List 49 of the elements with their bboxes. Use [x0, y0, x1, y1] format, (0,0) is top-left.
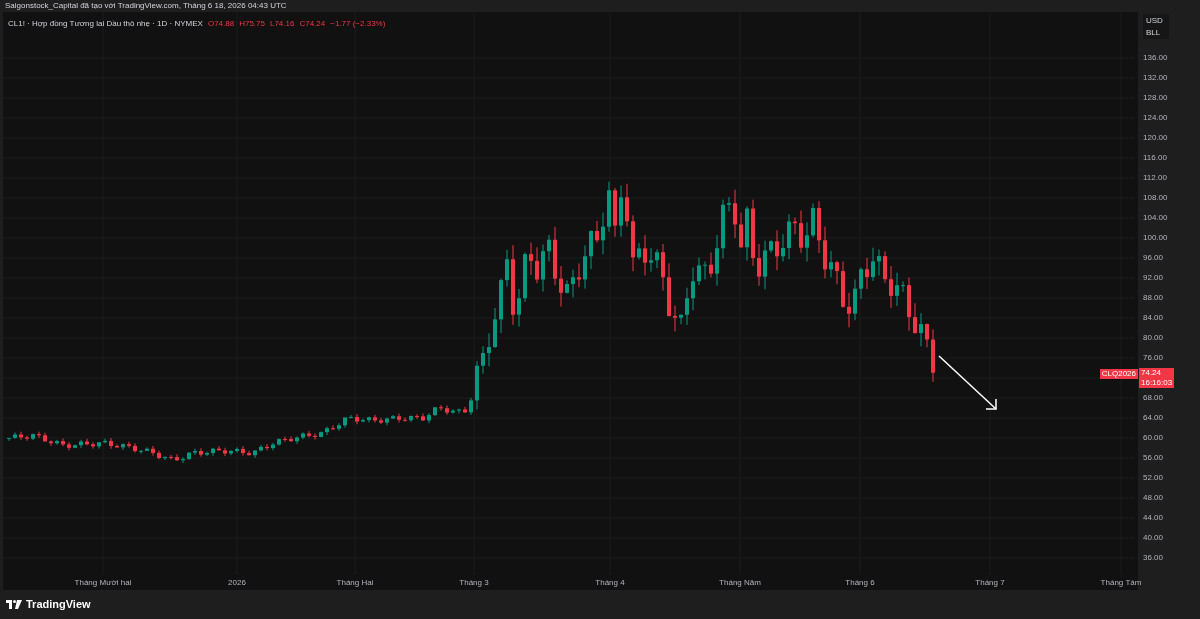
unit-label: BLL	[1146, 28, 1162, 37]
price-tick: 80.00	[1143, 332, 1164, 344]
ohlc-value: −1.77 (−2.33%)	[330, 18, 386, 30]
price-tick: 88.00	[1143, 292, 1164, 304]
header-title: Saigonstock_Capital đã tạo với TradingView.com, Tháng 6 18, 2026 04:43 UTC	[5, 1, 287, 11]
time-label: Tháng Hai	[336, 577, 374, 589]
time-label: Tháng 3	[459, 577, 489, 589]
bar-countdown: 16:16:03	[1141, 378, 1173, 388]
arrow-icon	[936, 353, 1000, 413]
price-tick: 48.00	[1143, 492, 1164, 504]
price-tick: 104.00	[1143, 212, 1168, 224]
price-tick: 100.00	[1143, 232, 1168, 244]
price-tick: 112.00	[1143, 172, 1167, 184]
price-tick: 40.00	[1143, 532, 1164, 544]
price-tick: 36.00	[1143, 552, 1164, 564]
time-label: Tháng Mười hai	[74, 577, 132, 589]
brand-name: TradingView	[26, 597, 91, 613]
price-tick: 124.00	[1143, 112, 1168, 124]
ohlc-value: H75.75	[239, 18, 265, 30]
price-tick: 44.00	[1143, 512, 1164, 524]
symbol-legend: CL1! · Hợp đồng Tương lai Dầu thô nhẹ · 1D · NYMEX	[8, 18, 203, 30]
time-label: Tháng 6	[845, 577, 875, 589]
currency-label: USD	[1146, 16, 1164, 25]
price-tick: 96.00	[1143, 252, 1164, 264]
time-label: 2026	[228, 577, 246, 589]
price-tick: 116.00	[1143, 152, 1167, 164]
price-tick: 128.00	[1143, 92, 1168, 104]
tradingview-logo-icon	[6, 600, 22, 609]
price-tick: 68.00	[1143, 392, 1164, 404]
last-price: 74.24	[1141, 368, 1163, 378]
time-label: Tháng 4	[595, 577, 625, 589]
symbol-price-tag: CLQ2026	[1099, 369, 1138, 379]
time-label: Tháng 7	[975, 577, 1005, 589]
price-tick: 136.00	[1143, 52, 1168, 64]
price-tick: 76.00	[1143, 352, 1164, 364]
ohlc-value: C74.24	[299, 18, 326, 30]
ohlc-value: L74.16	[269, 18, 295, 30]
price-tick: 52.00	[1143, 472, 1164, 484]
ohlc-value: O74.88	[207, 18, 235, 30]
price-tick: 120.00	[1143, 132, 1168, 144]
time-label: Tháng Tám	[1100, 577, 1142, 589]
price-tick: 84.00	[1143, 312, 1164, 324]
price-tick: 60.00	[1143, 432, 1164, 444]
time-label: Tháng Năm	[719, 577, 761, 589]
price-tick: 64.00	[1143, 412, 1164, 424]
price-tick: 92.00	[1143, 272, 1164, 284]
price-tick: 56.00	[1143, 452, 1164, 464]
price-tick: 108.00	[1143, 192, 1168, 204]
price-tick: 132.00	[1143, 72, 1168, 84]
